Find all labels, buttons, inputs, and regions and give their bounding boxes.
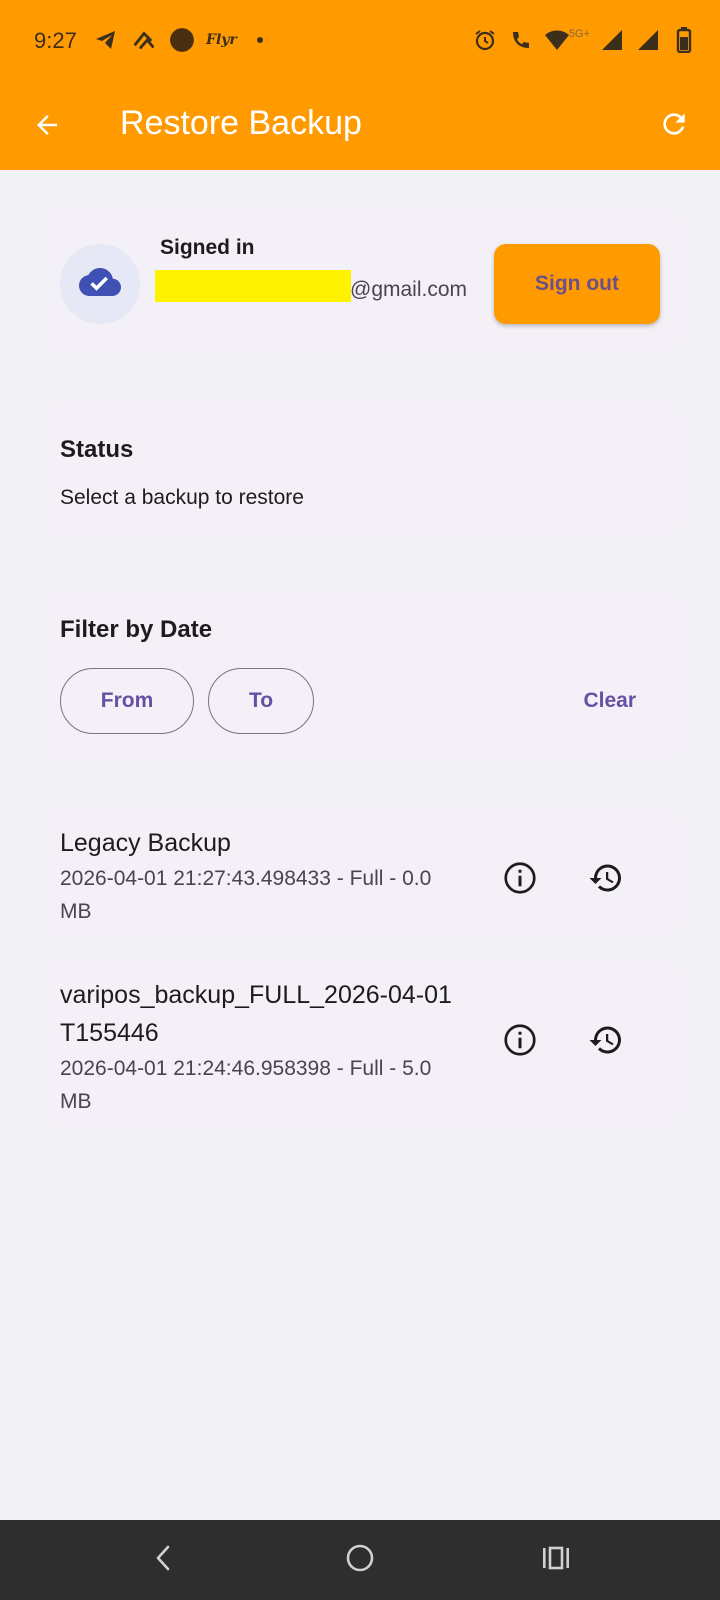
dot-icon [256, 37, 263, 43]
avatar [60, 244, 140, 324]
filter-title: Filter by Date [60, 616, 213, 643]
nav-home-button[interactable] [338, 1538, 382, 1582]
nav-recents-button[interactable] [534, 1538, 578, 1582]
to-date-button[interactable]: To [208, 668, 314, 734]
home-nav-icon [345, 1543, 375, 1578]
info-button[interactable] [496, 1018, 544, 1066]
alarm-icon [471, 26, 499, 54]
circle-icon [168, 26, 196, 54]
arrow-back-icon [32, 110, 62, 145]
account-card: Signed in @gmail.com Sign out [36, 206, 688, 356]
clear-filter-button[interactable]: Clear [583, 676, 636, 726]
info-icon [502, 860, 538, 901]
back-button[interactable] [26, 106, 68, 148]
status-card: Status Select a backup to restore [36, 400, 688, 540]
refresh-icon [658, 108, 690, 145]
wifi-call-icon [507, 26, 535, 54]
telegram-icon [92, 26, 120, 54]
sign-out-button[interactable]: Sign out [494, 244, 660, 324]
status-time: 9:27 [34, 28, 77, 53]
filter-card: Filter by Date From To Clear [36, 586, 688, 766]
network-type: 5G+ [568, 28, 590, 40]
account-email: @gmail.com [350, 278, 468, 301]
status-bar: 9:27 Flyr 5G+ [0, 0, 720, 84]
fold-icon [130, 26, 158, 54]
account-status: Signed in [160, 236, 255, 259]
back-nav-icon [152, 1544, 176, 1577]
info-icon [502, 1022, 538, 1063]
recents-nav-icon [541, 1545, 571, 1576]
cloud-done-icon [79, 261, 121, 308]
restore-button[interactable] [582, 856, 630, 904]
status-title: Status [60, 436, 134, 463]
list-item[interactable]: varipos_backup_FULL_2026-04-01T155446 20… [36, 958, 688, 1128]
status-right-icons: 5G+ [471, 26, 698, 54]
status-message: Select a backup to restore [60, 486, 304, 509]
signal-icon [598, 26, 626, 54]
backup-meta: 2026-04-01 21:27:43.498433 - Full - 0.0 … [60, 867, 432, 923]
page-title: Restore Backup [120, 104, 362, 142]
info-button[interactable] [496, 856, 544, 904]
list-item[interactable]: Legacy Backup 2026-04-01 21:27:43.498433… [36, 806, 688, 940]
nav-back-button[interactable] [142, 1538, 186, 1582]
signal-icon [634, 26, 662, 54]
from-date-button[interactable]: From [60, 668, 194, 734]
flyr-icon: Flyr [206, 32, 237, 48]
app-bar: Restore Backup [0, 84, 720, 170]
battery-icon [670, 26, 698, 54]
history-icon [588, 1022, 624, 1063]
refresh-button[interactable] [652, 104, 696, 148]
backup-meta: 2026-04-01 21:24:46.958398 - Full - 5.0 … [60, 1057, 432, 1113]
backup-name: varipos_backup_FULL_2026-04-01T155446 [60, 981, 452, 1047]
system-nav-bar [0, 1520, 720, 1600]
backup-name: Legacy Backup [60, 829, 231, 857]
status-left-icons: Flyr [92, 26, 263, 54]
history-icon [588, 860, 624, 901]
wifi-icon [543, 26, 571, 54]
restore-button[interactable] [582, 1018, 630, 1066]
